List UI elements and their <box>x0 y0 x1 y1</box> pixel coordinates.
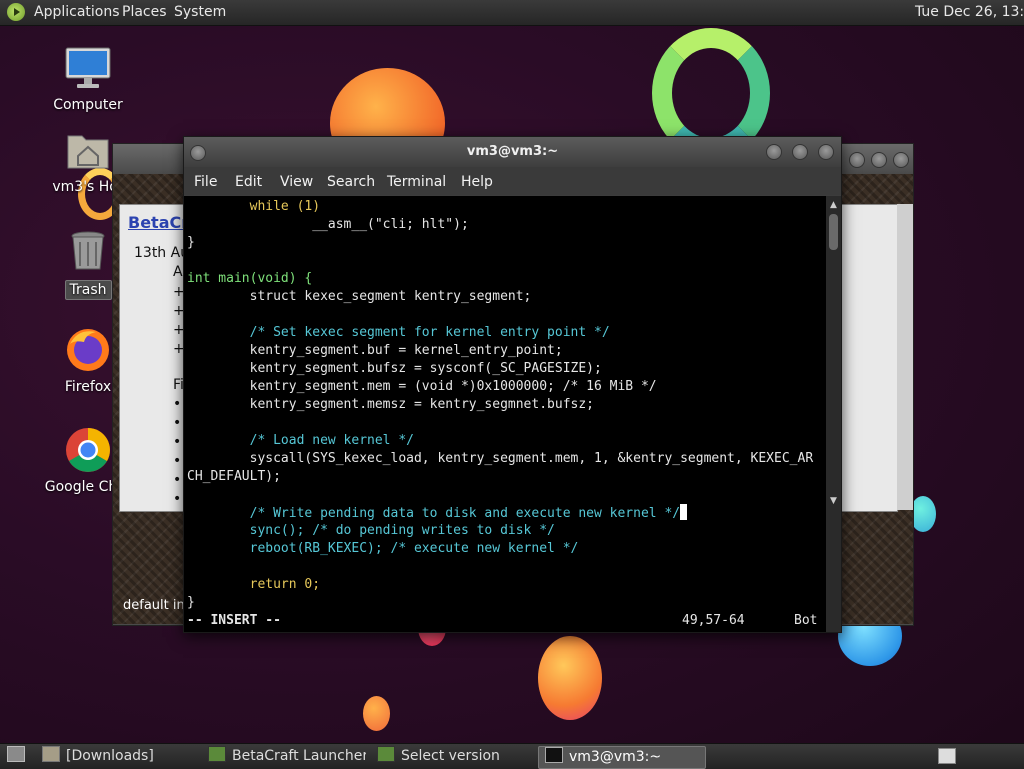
code-text: } <box>187 595 195 610</box>
desktop-icon-label: Trash <box>64 280 112 300</box>
top-panel: Applications Places System Tue Dec 26, 1… <box>0 0 1024 26</box>
betacraft-icon <box>208 746 226 762</box>
terminal-window[interactable]: vm3@vm3:~ File Edit View Search Terminal… <box>183 136 842 633</box>
task-terminal[interactable]: vm3@vm3:~ <box>538 746 706 769</box>
menu-edit[interactable]: Edit <box>235 174 262 190</box>
menu-system[interactable]: System <box>174 4 226 20</box>
betacraft-icon <box>377 746 395 762</box>
task-label: BetaCraft Launcher ... <box>232 748 366 764</box>
task-label: vm3@vm3:~ <box>569 749 662 765</box>
terminal-icon <box>545 747 563 763</box>
wallpaper-orange-bubble-large <box>538 636 602 720</box>
code-line: reboot(RB_KEXEC); /* execute new kernel … <box>187 540 579 558</box>
task-label: [Downloads] <box>66 748 154 764</box>
home-folder-icon <box>64 126 112 174</box>
code-line: struct kexec_segment kentry_segment; <box>187 288 532 306</box>
desktop-icon-computer[interactable]: Computer <box>38 44 138 114</box>
terminal-scrollbar[interactable]: ▲ ▼ <box>826 196 841 632</box>
workspace-switcher-icon <box>938 748 956 764</box>
folder-icon <box>42 746 60 762</box>
code-text: sync(); /* do pending writes to disk */ <box>249 523 555 538</box>
code-line: } <box>187 594 195 612</box>
close-button[interactable] <box>893 152 909 168</box>
code-line: int main(void) { <box>187 270 312 288</box>
menu-places[interactable]: Places <box>122 4 167 20</box>
distro-menu-icon[interactable] <box>7 3 25 21</box>
code-text: CH_DEFAULT); <box>187 469 281 484</box>
menu-view[interactable]: View <box>280 174 313 190</box>
maximize-button[interactable] <box>792 144 808 160</box>
code-line: kentry_segment.bufsz = sysconf(_SC_PAGES… <box>187 360 602 378</box>
minimize-button[interactable] <box>766 144 782 160</box>
desktop-icon-label: Computer <box>53 97 123 113</box>
trash-icon <box>64 228 112 276</box>
code-text: syscall(SYS_kexec_load, kentry_segment.m… <box>249 451 814 466</box>
desktop-icon-label: Firefox <box>64 379 112 395</box>
task-select-version[interactable]: Select version <box>371 746 531 767</box>
code-text: kentry_segment.memsz = kentry_segmnet.bu… <box>249 397 594 412</box>
code-text: return 0; <box>249 577 321 592</box>
workspace-switcher[interactable] <box>936 746 956 767</box>
code-line: kentry_segment.buf = kernel_entry_point; <box>187 342 563 360</box>
code-line: __asm__("cli; hlt"); <box>187 216 469 234</box>
code-text: struct kexec_segment kentry_segment; <box>249 289 532 304</box>
code-line: syscall(SYS_kexec_load, kentry_segment.m… <box>187 450 814 468</box>
menu-help[interactable]: Help <box>461 174 493 190</box>
code-line: /* Load new kernel */ <box>187 432 414 450</box>
panel-clock[interactable]: Tue Dec 26, 13:46 <box>915 4 1024 20</box>
text-cursor <box>680 504 688 520</box>
scroll-down-arrow-icon[interactable]: ▼ <box>826 496 841 506</box>
show-desktop-button[interactable] <box>4 746 26 767</box>
terminal-menubar: File Edit View Search Terminal Help <box>184 167 841 195</box>
wallpaper-orange-bubble-small <box>363 696 390 731</box>
menu-search[interactable]: Search <box>327 174 375 190</box>
code-line: kentry_segment.memsz = kentry_segmnet.bu… <box>187 396 594 414</box>
code-text: /* Load new kernel */ <box>249 433 414 448</box>
code-text: kentry_segment.bufsz = sysconf(_SC_PAGES… <box>249 361 602 376</box>
code-line: return 0; <box>187 576 320 594</box>
code-line: /* Set kexec segment for kernel entry po… <box>187 324 610 342</box>
task-downloads[interactable]: [Downloads] <box>36 746 196 767</box>
code-text: int main(void) { <box>187 271 313 286</box>
betacraft-status-text: default ins <box>123 598 192 613</box>
code-line: /* Write pending data to disk and execut… <box>187 504 688 522</box>
scrollbar-thumb[interactable] <box>829 214 838 250</box>
terminal-titlebar[interactable]: vm3@vm3:~ <box>184 137 841 167</box>
vim-cursor-position: 49,57-64 <box>682 613 745 628</box>
vim-scroll-position: Bot <box>794 613 818 628</box>
task-betacraft-launcher[interactable]: BetaCraft Launcher ... <box>202 746 366 767</box>
code-text: /* Set kexec segment for kernel entry po… <box>249 325 610 340</box>
code-line: kentry_segment.mem = (void *)0x1000000; … <box>187 378 657 396</box>
code-line: CH_DEFAULT); <box>187 468 281 486</box>
monitor-icon <box>64 44 112 92</box>
taskbar: [Downloads] BetaCraft Launcher ... Selec… <box>0 743 1024 769</box>
changelog-scrollbar[interactable] <box>897 204 913 510</box>
code-text: /* Write pending data to disk and execut… <box>249 506 681 521</box>
terminal-screen[interactable]: while (1) __asm__("cli; hlt"); } int mai… <box>184 196 826 632</box>
code-line: while (1) <box>187 198 320 216</box>
code-text: reboot(RB_KEXEC); /* execute new kernel … <box>249 541 579 556</box>
menu-applications[interactable]: Applications <box>34 4 120 20</box>
minimize-button[interactable] <box>849 152 865 168</box>
code-text: } <box>187 235 195 250</box>
task-label: Select version <box>401 748 500 764</box>
close-button[interactable] <box>818 144 834 160</box>
show-desktop-icon <box>7 746 25 762</box>
code-text: kentry_segment.buf = kernel_entry_point; <box>249 343 563 358</box>
chrome-icon <box>64 426 112 474</box>
scroll-up-arrow-icon[interactable]: ▲ <box>826 200 841 210</box>
maximize-button[interactable] <box>871 152 887 168</box>
firefox-icon <box>64 326 112 374</box>
code-line: } <box>187 234 195 252</box>
code-line: sync(); /* do pending writes to disk */ <box>187 522 555 540</box>
code-text: __asm__("cli; hlt"); <box>312 217 469 232</box>
vim-mode-indicator: -- INSERT -- <box>187 613 281 628</box>
menu-terminal[interactable]: Terminal <box>387 174 446 190</box>
code-text: kentry_segment.mem = (void *)0x1000000; … <box>249 379 657 394</box>
code-text: while (1) <box>249 199 321 214</box>
terminal-title: vm3@vm3:~ <box>466 144 559 159</box>
menu-file[interactable]: File <box>194 174 217 190</box>
